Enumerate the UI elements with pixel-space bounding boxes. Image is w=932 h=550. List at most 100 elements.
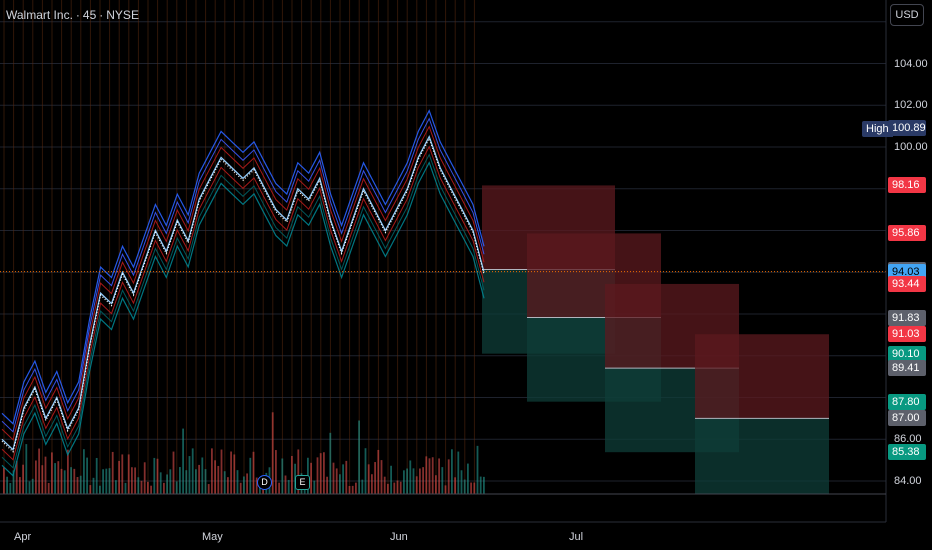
volume-bar (463, 479, 466, 494)
volume-bar (9, 483, 12, 494)
volume-bar (361, 479, 364, 494)
price-label-teal: 87.80 (888, 393, 926, 410)
volume-bar (441, 467, 444, 494)
volume-bar (201, 457, 204, 494)
symbol-title[interactable]: Walmart Inc. · 45 · NYSE (6, 8, 139, 22)
title-separator: · (75, 8, 80, 22)
position-zones[interactable] (482, 185, 829, 494)
volume-bar (35, 460, 37, 494)
price-label-gray: 91.83 (888, 309, 926, 326)
time-tick: Apr (14, 531, 32, 543)
volume-bar (105, 468, 108, 494)
volume-bar (220, 449, 223, 494)
volume-bar (431, 457, 434, 494)
stop-zone (695, 334, 829, 419)
volume-bar (316, 457, 319, 494)
volume-bar (396, 480, 399, 494)
volume-bar (54, 463, 56, 494)
volume-bar (479, 476, 482, 494)
volume-bar (364, 448, 367, 494)
volume-bar (150, 485, 152, 494)
volume-bar (252, 451, 255, 494)
dividend-marker[interactable]: D (257, 475, 272, 490)
price-line (1, 134, 485, 453)
volume-bar (25, 444, 28, 494)
volume-bar (153, 457, 156, 494)
volume-bar (348, 485, 351, 494)
volume-bar (313, 480, 316, 494)
volume-bar (115, 480, 117, 494)
volume-bar (118, 460, 120, 494)
currency-button[interactable]: USD (890, 4, 924, 26)
volume-bar (332, 462, 335, 494)
high-label: High (862, 121, 893, 137)
volume-bar (399, 481, 402, 494)
price-label-gray: 89.41 (888, 360, 926, 377)
volume-bar (457, 451, 460, 494)
volume-bar (211, 448, 213, 494)
volume-bar (393, 482, 396, 494)
volume-bar (76, 477, 79, 494)
volume-bar (287, 479, 290, 494)
volume-bar (467, 463, 469, 494)
volume-bar (377, 449, 380, 494)
price-label-high: 100.89 (888, 120, 926, 137)
volume-bar (371, 474, 373, 494)
volume-bar (67, 449, 69, 494)
volume-bar (419, 468, 421, 494)
volume-bar (390, 465, 392, 494)
volume-bar (147, 481, 149, 494)
volume-bar (172, 451, 175, 494)
volume-bar (191, 448, 194, 494)
symbol-name: Walmart Inc. (6, 8, 73, 22)
volume-bar (476, 445, 479, 494)
volume-bar (204, 469, 207, 494)
volume-bar (412, 468, 415, 494)
volume-bar (175, 481, 178, 494)
volume-bar (127, 454, 130, 494)
volume-bar (323, 452, 325, 494)
volume-bar (134, 467, 136, 494)
price-chart[interactable] (0, 0, 932, 550)
volume-bar (156, 458, 159, 494)
volume-bar (425, 456, 428, 494)
volume-bar (239, 482, 242, 494)
volume-bar (358, 420, 360, 494)
volume-bar (227, 477, 229, 494)
target-zone (695, 418, 829, 494)
volume-bar (383, 476, 386, 494)
earnings-marker[interactable]: E (295, 475, 310, 490)
volume-bar (451, 449, 453, 494)
volume-bar (284, 475, 287, 494)
volume-bar (179, 467, 181, 494)
volume-bar (159, 472, 162, 494)
volume-bar (403, 470, 405, 494)
volume-bar (233, 454, 236, 494)
volume-bar (95, 457, 98, 494)
volume-bar (79, 475, 82, 494)
price-label-red: 93.44 (888, 275, 926, 292)
volume-bar (44, 456, 47, 494)
volume-bar (163, 482, 165, 494)
volume-bar (111, 451, 114, 494)
volume-bar (483, 476, 485, 494)
volume-bar (22, 464, 24, 494)
volume-bar (342, 464, 344, 494)
volume-bar (99, 485, 101, 494)
volume-bar (249, 457, 252, 494)
volume-bar (435, 475, 437, 494)
volume-bar (41, 465, 44, 494)
volume-bar (367, 464, 370, 494)
volume-bar (310, 462, 312, 494)
volume-bar (169, 469, 172, 494)
volume-bar (271, 412, 274, 494)
volume-bar (329, 432, 332, 494)
volume-bar (60, 468, 63, 494)
volume-bar (246, 473, 248, 494)
volume-bar (57, 461, 60, 494)
volume-bar (124, 482, 127, 494)
volume-bar (92, 477, 95, 494)
volume-bar (28, 481, 31, 494)
volume-bar (454, 477, 456, 494)
volume-bar (166, 474, 168, 494)
